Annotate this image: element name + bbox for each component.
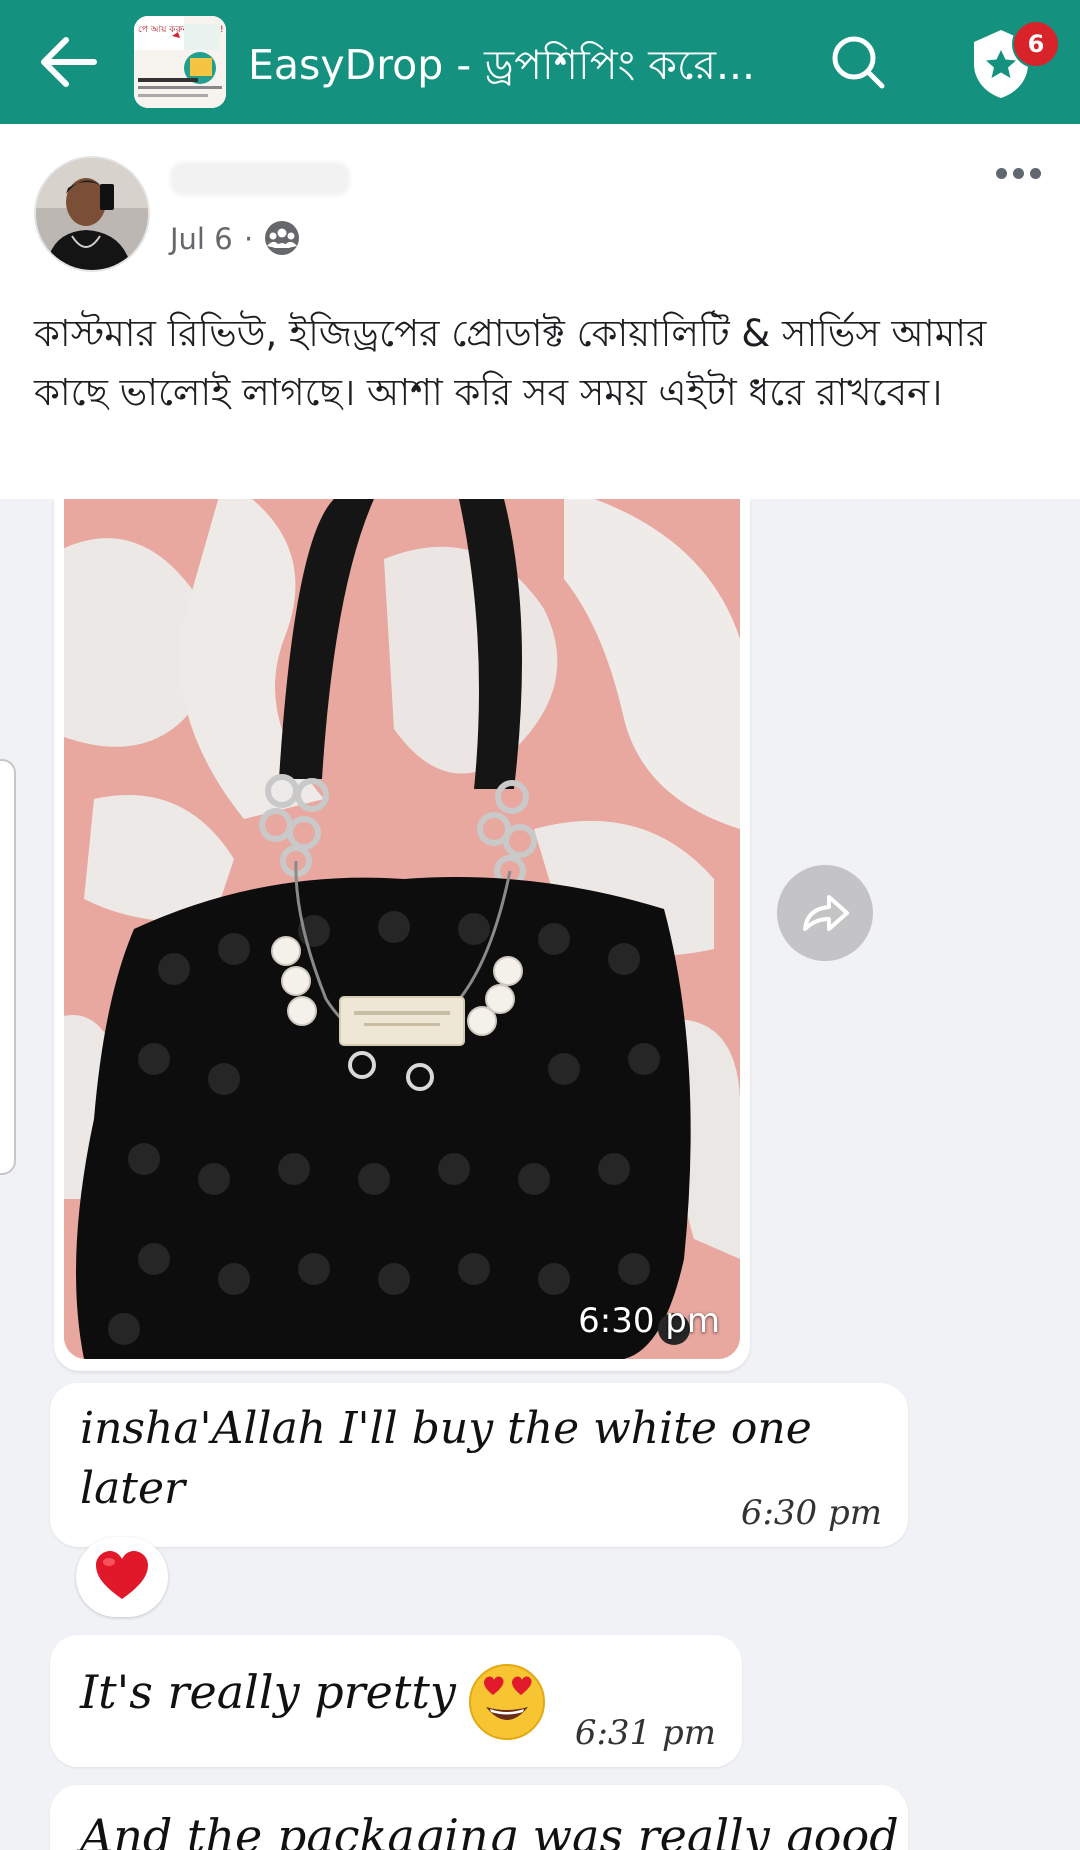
post-date[interactable]: Jul 6 <box>170 222 233 256</box>
heart-eyes-emoji-icon <box>468 1663 546 1741</box>
author-name-redacted <box>170 162 350 196</box>
chat-message: insha'Allah I'll buy the white one later… <box>50 1383 908 1547</box>
post-body-text: কাস্টমার রিভিউ, ইজিড্রপের প্রোডাক্ট কোয়… <box>34 312 987 414</box>
scroll-handle <box>0 759 16 1175</box>
message-time: 6:30 pm <box>740 1493 882 1533</box>
group-thumbnail[interactable]: পে আয় করুন ই ছাড়াই! <box>134 16 226 108</box>
group-privacy-icon <box>262 218 302 258</box>
post-header: Jul 6 · কাস্টমার রিভিউ, ইজিড্রপের প্রোডা… <box>0 124 1080 499</box>
notification-badge: 6 <box>1012 20 1060 68</box>
forward-share-button[interactable] <box>777 865 873 961</box>
photo-message: 6:30 pm <box>54 499 750 1371</box>
more-options-icon[interactable] <box>996 164 1052 190</box>
message-text: It's really pretty <box>80 1665 456 1719</box>
handbag-photo: 6:30 pm <box>64 499 740 1359</box>
date-separator: · <box>244 222 254 256</box>
shield-star-button[interactable]: 6 <box>966 20 1070 102</box>
search-icon[interactable] <box>826 30 890 94</box>
heart-reaction <box>76 1537 168 1617</box>
message-time: 6:31 pm <box>574 1713 716 1753</box>
back-arrow-icon[interactable] <box>36 32 100 92</box>
forward-icon <box>803 895 849 931</box>
top-app-bar: পে আয় করুন ই ছাড়াই! EasyDrop - ড্রপশিপ… <box>0 0 1080 124</box>
chat-message: It's really pretty 6:31 pm <box>50 1635 742 1767</box>
review-screenshot[interactable]: 6:30 pm insha'Allah I'll buy the white o… <box>0 499 1080 1850</box>
author-avatar[interactable] <box>34 156 150 272</box>
group-title[interactable]: EasyDrop - ড্রপশিপিং করে... <box>248 34 768 103</box>
message-text: And the packaging was really good <box>80 1809 899 1850</box>
chat-message: And the packaging was really good <box>50 1785 908 1850</box>
photo-timestamp: 6:30 pm <box>578 1301 720 1341</box>
heart-icon <box>96 1551 148 1599</box>
